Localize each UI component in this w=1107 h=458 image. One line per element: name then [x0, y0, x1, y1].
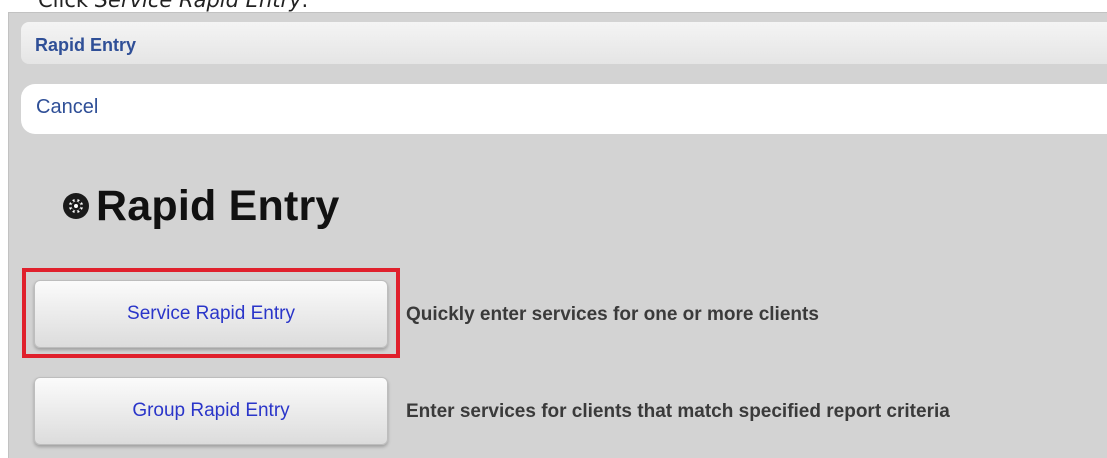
group-rapid-entry-description: Enter services for clients that match sp…	[406, 401, 950, 422]
page-title: Rapid Entry	[96, 181, 340, 230]
header-title: Rapid Entry	[35, 35, 137, 55]
instruction-target: Service Rapid Entry	[94, 0, 302, 12]
header-bar: Rapid Entry	[21, 22, 1107, 64]
group-rapid-entry-button[interactable]: Group Rapid Entry	[34, 377, 388, 445]
instruction-suffix: .	[301, 0, 309, 12]
gear-icon	[63, 193, 89, 219]
instruction-prefix: Click	[38, 0, 95, 12]
nav-bar: Cancel	[21, 84, 1107, 134]
instruction-caption: Click Service Rapid Entry.	[38, 0, 308, 12]
service-rapid-entry-description: Quickly enter services for one or more c…	[406, 304, 819, 325]
service-rapid-entry-button[interactable]: Service Rapid Entry	[34, 280, 388, 348]
page-heading: Rapid Entry	[62, 180, 340, 232]
cancel-link[interactable]: Cancel	[36, 96, 98, 119]
